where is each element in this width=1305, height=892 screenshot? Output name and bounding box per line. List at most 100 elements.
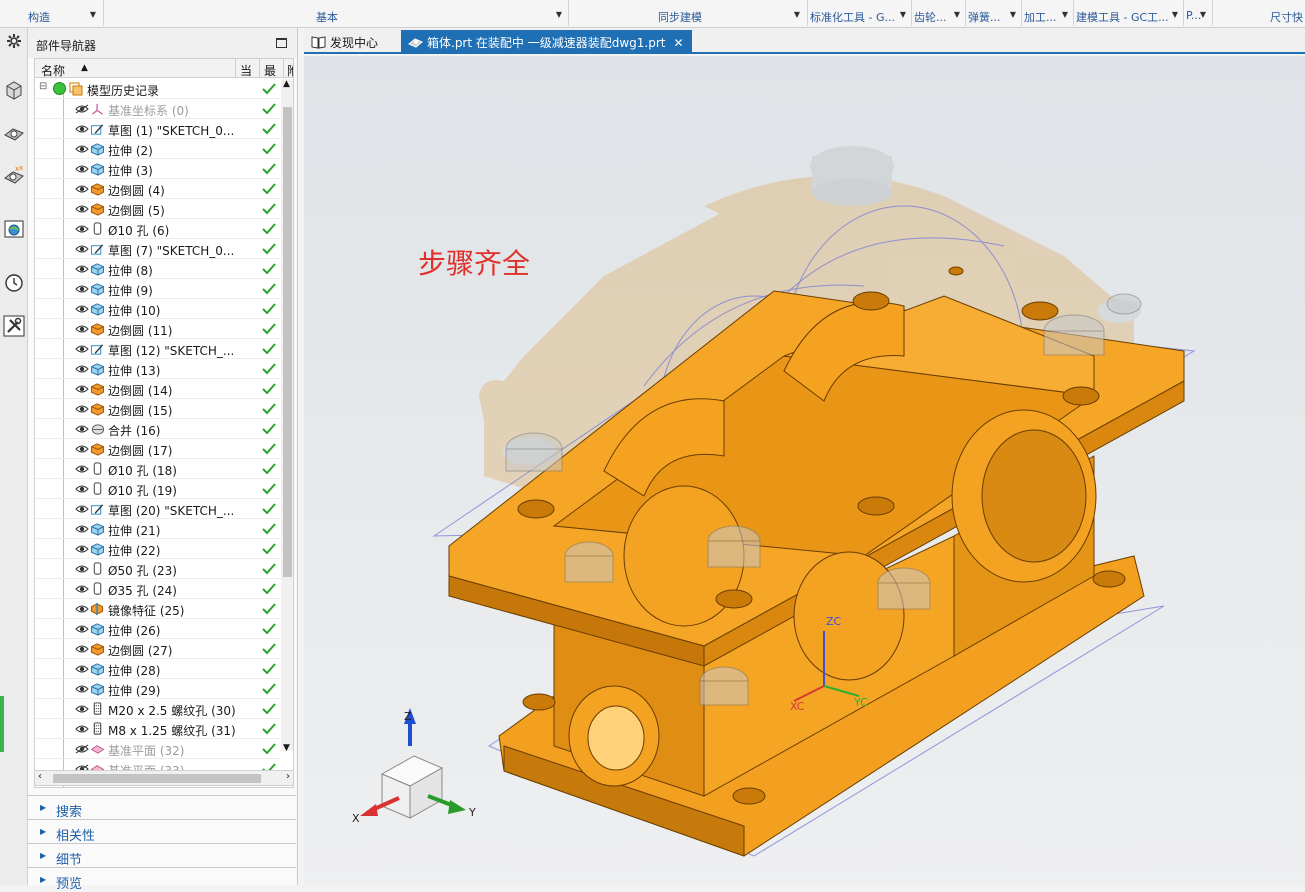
tree-row[interactable]: Ø50 孔 (23) [35,559,281,579]
tree-row[interactable]: M20 x 2.5 螺纹孔 (30) [35,699,281,719]
tree-row[interactable]: 草图 (7) "SKETCH_0... [35,239,281,259]
graphics-viewport[interactable]: ZC XC YC Z X Y 步骤齐全 [304,56,1305,885]
section-search[interactable]: ▶ 搜索 [28,795,296,820]
tab-box-part[interactable]: 箱体.prt 在装配中 一级减速器装配dwg1.prt ✕ [401,30,692,54]
collapse-icon[interactable]: ⊟ [39,81,47,92]
tree-row[interactable]: Ø10 孔 (6) [35,219,281,239]
tree-row[interactable]: Ø10 孔 (19) [35,479,281,499]
ribbon-group-standard-tools[interactable]: 标准化工具 - G... ▼ [810,9,910,28]
tree-row[interactable]: 草图 (20) "SKETCH_... [35,499,281,519]
tree-row[interactable]: M8 x 1.25 螺纹孔 (31) [35,719,281,739]
tree-row[interactable]: 镜像特征 (25) [35,599,281,619]
tree-row[interactable]: 拉伸 (29) [35,679,281,699]
visibility-eye-icon[interactable] [75,324,89,334]
tree-row[interactable]: 草图 (12) "SKETCH_... [35,339,281,359]
maximize-icon[interactable] [276,38,287,48]
scroll-left-icon[interactable]: ‹ [38,771,42,782]
visibility-eye-icon[interactable] [75,424,89,434]
visibility-eye-icon[interactable] [75,144,89,154]
visibility-eye-icon[interactable] [75,104,89,114]
tree-row[interactable]: 拉伸 (22) [35,539,281,559]
web-browser-icon[interactable] [2,216,26,242]
visibility-eye-icon[interactable] [75,524,89,534]
settings-gear-icon[interactable] [2,28,26,54]
tree-row[interactable]: 拉伸 (21) [35,519,281,539]
visibility-eye-icon[interactable] [75,564,89,574]
visibility-eye-icon[interactable] [75,644,89,654]
section-preview[interactable]: ▶ 预览 [28,867,296,892]
visibility-eye-icon[interactable] [75,404,89,414]
visibility-eye-icon[interactable] [75,444,89,454]
vertical-scrollbar[interactable]: ▲ ▼ [281,79,293,753]
visibility-eye-icon[interactable] [75,544,89,554]
visibility-eye-icon[interactable] [75,684,89,694]
visibility-eye-icon[interactable] [75,364,89,374]
column-extra[interactable]: 附 [287,62,293,79]
ribbon-group-modeling-tools[interactable]: 建模工具 - GC工... ▼ [1076,9,1182,28]
tree-row[interactable]: 拉伸 (8) [35,259,281,279]
tree-row[interactable]: 拉伸 (26) [35,619,281,639]
tree-row[interactable]: 边倒圆 (17) [35,439,281,459]
visibility-eye-icon[interactable] [75,344,89,354]
tree-row[interactable]: 拉伸 (3) [35,159,281,179]
ribbon-group-machining[interactable]: 加工... ▼ [1024,9,1072,28]
visibility-eye-icon[interactable] [75,204,89,214]
scroll-up-icon[interactable]: ▲ [283,79,290,89]
visibility-eye-icon[interactable] [75,624,89,634]
ribbon-group-basic[interactable]: 基本 ▼ [316,9,566,28]
tree-row[interactable]: 拉伸 (28) [35,659,281,679]
section-details[interactable]: ▶ 细节 [28,843,296,868]
visibility-eye-icon[interactable] [75,304,89,314]
tree-row[interactable]: 边倒圆 (11) [35,319,281,339]
tree-row[interactable]: 拉伸 (9) [35,279,281,299]
tree-row[interactable]: 拉伸 (2) [35,139,281,159]
ribbon-group-p-dropdown[interactable]: ▼ [1198,9,1210,28]
visibility-eye-icon[interactable] [75,504,89,514]
model-view[interactable]: ZC XC YC Z X Y [304,56,1305,885]
part-navigator-icon[interactable]: xx [2,162,26,188]
tree-row[interactable]: 合并 (16) [35,419,281,439]
visibility-eye-icon[interactable] [75,384,89,394]
sort-ascending-icon[interactable]: ▲ [81,63,88,73]
visibility-eye-icon[interactable] [75,704,89,714]
tree-row[interactable]: 边倒圆 (27) [35,639,281,659]
tree-row[interactable]: 草图 (1) "SKETCH_0... [35,119,281,139]
visibility-eye-icon[interactable] [75,484,89,494]
section-dependencies[interactable]: ▶ 相关性 [28,819,296,844]
tree-row[interactable]: 拉伸 (10) [35,299,281,319]
column-current[interactable]: 当 [240,62,252,79]
tab-discovery-center[interactable]: 发现中心 [304,30,386,54]
tree-row[interactable]: 基准平面 (32) [35,739,281,759]
ribbon-group-spring[interactable]: 弹簧... ▼ [968,9,1020,28]
tools-icon[interactable] [2,313,26,339]
scroll-down-icon[interactable]: ▼ [283,743,290,753]
visibility-eye-icon[interactable] [75,284,89,294]
ribbon-group-construct[interactable]: 构造 ▼ [28,9,100,28]
visibility-eye-icon[interactable] [75,584,89,594]
assembly-navigator-icon[interactable] [2,78,26,104]
tree-row[interactable]: 边倒圆 (15) [35,399,281,419]
view-triad[interactable] [360,708,466,819]
tree-row[interactable]: 边倒圆 (4) [35,179,281,199]
scroll-thumb[interactable] [53,774,261,783]
visibility-eye-icon[interactable] [75,264,89,274]
visibility-eye-icon[interactable] [75,744,89,754]
visibility-eye-icon[interactable] [75,724,89,734]
visibility-eye-icon[interactable] [75,224,89,234]
visibility-eye-icon[interactable] [75,664,89,674]
tree-row[interactable]: Ø10 孔 (18) [35,459,281,479]
constraint-navigator-icon[interactable] [2,120,26,146]
ribbon-group-dimension-quick[interactable]: 尺寸快 [1270,9,1305,28]
tree-row[interactable]: 基准坐标系 (0) [35,99,281,119]
visibility-eye-icon[interactable] [75,164,89,174]
horizontal-scrollbar[interactable]: ‹ › [34,770,294,786]
tree-row[interactable]: 边倒圆 (14) [35,379,281,399]
column-name[interactable]: 名称 [41,62,65,79]
close-icon[interactable]: ✕ [673,36,683,50]
tree-row[interactable]: 边倒圆 (5) [35,199,281,219]
ribbon-group-sync-modeling[interactable]: 同步建模 ▼ [658,9,804,28]
scroll-thumb[interactable] [283,107,292,577]
visibility-eye-icon[interactable] [75,124,89,134]
history-clock-icon[interactable] [2,270,26,296]
visibility-eye-icon[interactable] [75,184,89,194]
